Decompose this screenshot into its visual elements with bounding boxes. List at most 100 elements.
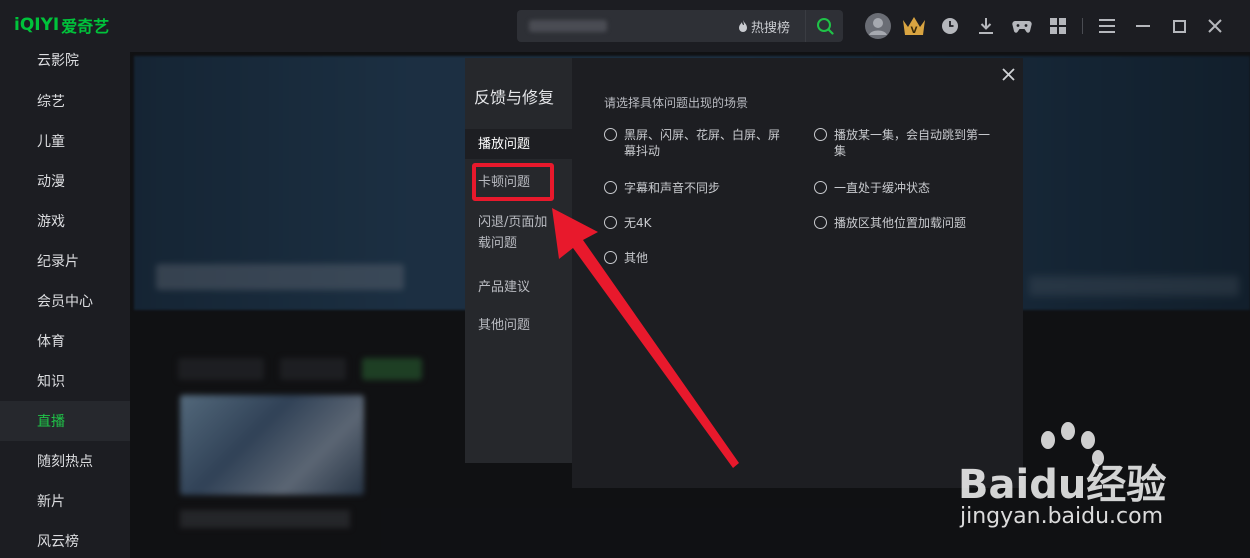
sidebar-item-variety[interactable]: 综艺 [0,81,130,121]
sidebar-item-sports[interactable]: 体育 [0,321,130,361]
close-icon [1001,67,1015,81]
app-window: iQIYI 爱奇艺 热搜榜 V 云影院 综艺 儿童 动漫 游戏 纪录片 会员中心… [0,0,1250,558]
search-box[interactable]: 热搜榜 [517,10,843,42]
nav-product-suggestions[interactable]: 产品建议 [465,277,572,298]
vip-crown-icon: V [903,17,925,36]
sidebar-item-knowledge[interactable]: 知识 [0,361,130,401]
option-always-buffering[interactable]: 一直处于缓冲状态 [814,180,930,196]
option-jump-to-first-episode[interactable]: 播放某一集，会自动跳到第一集 [814,127,994,159]
sidebar-item-label: 云影院 [37,53,79,69]
option-label: 其他 [624,251,649,265]
scene-prompt: 请选择具体问题出现的场景 [604,96,749,110]
dialog-close-button[interactable] [998,64,1018,84]
logo-cn-text: 爱奇艺 [61,17,110,36]
hot-search-link[interactable]: 热搜榜 [737,17,790,36]
gamepad-icon [1012,21,1032,33]
clock-icon [942,18,958,34]
radio-button[interactable] [604,128,617,141]
download-button[interactable] [968,10,1004,42]
nav-playback-issues[interactable]: 播放问题 [465,129,572,159]
radio-button[interactable] [814,216,827,229]
avatar[interactable] [860,10,896,42]
annotation-highlight-box [472,163,554,201]
option-no-4k[interactable]: 无4K [604,215,652,231]
history-button[interactable] [932,10,968,42]
option-label: 黑屏、闪屏、花屏、白屏、屏幕抖动 [624,128,781,158]
logo-text: iQIYI [14,15,60,35]
sidebar-item-documentary[interactable]: 纪录片 [0,241,130,281]
nav-item-label: 产品建议 [478,280,531,295]
close-window-button[interactable] [1197,10,1233,42]
sidebar-item-membership[interactable]: 会员中心 [0,281,130,321]
feedback-dialog-nav: 反馈与修复 播放问题 卡顿问题 闪退/页面加载问题 产品建议 其他问题 [465,58,572,463]
watermark-brand: Baidu经验 [958,462,1167,508]
grid-icon [1050,18,1066,34]
nav-item-label: 播放问题 [478,136,531,152]
sidebar-item-anime[interactable]: 动漫 [0,161,130,201]
top-bar: iQIYI 爱奇艺 热搜榜 V [0,0,1250,52]
sidebar-item-new-movies[interactable]: 新片 [0,481,130,521]
option-label: 一直处于缓冲状态 [834,181,931,195]
sidebar-item-live[interactable]: 直播 [0,401,130,441]
top-actions: V [860,10,1233,42]
option-black-screen[interactable]: 黑屏、闪屏、花屏、白屏、屏幕抖动 [604,127,786,159]
nav-crash-loading-issues[interactable]: 闪退/页面加载问题 [465,212,555,254]
sidebar-item-rankings[interactable]: 风云榜 [0,521,130,558]
minimize-icon [1136,25,1150,27]
search-button[interactable] [805,10,843,42]
hot-search-label: 热搜榜 [751,21,791,36]
nav-item-label: 闪退/页面加载问题 [478,215,548,251]
svg-text:V: V [911,26,918,36]
game-button[interactable] [1004,10,1040,42]
option-label: 无4K [624,216,652,230]
radio-button[interactable] [814,128,827,141]
option-subtitle-audio-desync[interactable]: 字幕和声音不同步 [604,180,720,196]
sidebar-item-label: 体育 [37,334,65,350]
sidebar-item-kids[interactable]: 儿童 [0,121,130,161]
sidebar-item-label: 会员中心 [37,294,93,310]
toolbar-divider [1082,18,1083,34]
vip-button[interactable]: V [896,10,932,42]
sidebar-item-label: 知识 [37,374,65,390]
option-player-area-loading[interactable]: 播放区其他位置加载问题 [814,215,966,231]
sidebar-item-trending[interactable]: 随刻热点 [0,441,130,481]
flame-icon [739,20,747,32]
watermark-url: jingyan.baidu.com [960,504,1164,529]
sidebar-item-label: 风云榜 [37,534,79,550]
hamburger-icon [1099,19,1115,33]
sidebar-item-label: 综艺 [37,94,65,110]
sidebar-item-label: 新片 [37,494,65,510]
apps-button[interactable] [1040,10,1076,42]
sidebar: 云影院 综艺 儿童 动漫 游戏 纪录片 会员中心 体育 知识 直播 随刻热点 新… [0,52,130,558]
sidebar-item-label: 随刻热点 [37,454,93,470]
menu-button[interactable] [1089,10,1125,42]
avatar-icon [865,13,891,39]
close-icon [1208,19,1222,33]
radio-button[interactable] [604,181,617,194]
option-label: 字幕和声音不同步 [624,181,721,195]
maximize-button[interactable] [1161,10,1197,42]
option-other[interactable]: 其他 [604,250,648,266]
sidebar-item-games[interactable]: 游戏 [0,201,130,241]
search-icon [816,18,834,35]
radio-button[interactable] [604,251,617,264]
download-icon [979,18,993,34]
sidebar-item-label: 纪录片 [37,254,79,270]
sidebar-item-label: 游戏 [37,214,65,230]
sidebar-item-label: 直播 [37,414,65,430]
radio-button[interactable] [604,216,617,229]
sidebar-item-cinema[interactable]: 云影院 [0,40,130,80]
search-placeholder-blurred [529,20,607,32]
baidu-jingyan-watermark: Baidu经验 jingyan.baidu.com [958,420,1198,540]
iqiyi-logo[interactable]: iQIYI 爱奇艺 [14,13,109,37]
sidebar-item-label: 动漫 [37,174,65,190]
sidebar-item-label: 儿童 [37,134,65,150]
feedback-dialog-body: 请选择具体问题出现的场景 黑屏、闪屏、花屏、白屏、屏幕抖动 播放某一集，会自动跳… [572,58,1023,488]
dialog-title: 反馈与修复 [474,88,555,107]
nav-other-issues[interactable]: 其他问题 [465,315,572,336]
radio-button[interactable] [814,181,827,194]
maximize-icon [1172,19,1186,33]
minimize-button[interactable] [1125,10,1161,42]
nav-item-label: 其他问题 [478,318,531,333]
option-label: 播放区其他位置加载问题 [834,216,967,230]
